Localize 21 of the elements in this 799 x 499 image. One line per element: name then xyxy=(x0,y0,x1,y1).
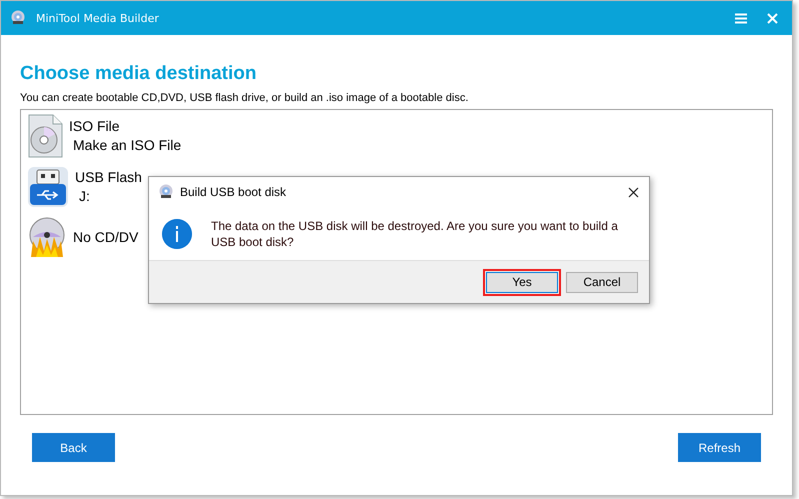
menu-icon[interactable] xyxy=(735,12,747,24)
media-name[interactable]: No CD/DV xyxy=(73,228,138,246)
cancel-button[interactable]: Cancel xyxy=(566,272,638,292)
app-logo-icon xyxy=(10,10,26,26)
media-detail: J: xyxy=(78,187,91,206)
media-detail: Make an ISO File xyxy=(72,136,182,155)
media-name[interactable]: USB Flash xyxy=(75,168,142,187)
disc-file-icon xyxy=(27,114,63,158)
dialog-title: Build USB boot disk xyxy=(180,185,288,199)
close-icon[interactable] xyxy=(628,186,639,198)
back-button[interactable]: Back xyxy=(32,433,115,462)
window-title: MiniTool Media Builder xyxy=(36,12,160,24)
page-subtitle: You can create bootable CD,DVD, USB flash drive, or build an .iso image of a bootable disc. xyxy=(20,92,470,104)
page-heading: Choose media destination xyxy=(20,63,258,85)
dialog-logo-icon xyxy=(158,184,174,200)
refresh-button[interactable]: Refresh xyxy=(678,433,761,462)
usb-drive-icon xyxy=(27,166,69,208)
burning-disc-icon xyxy=(27,217,67,257)
info-icon xyxy=(162,218,192,248)
media-name[interactable]: ISO File xyxy=(69,117,182,136)
dialog-message: The data on the USB disk will be destroyed. Are you sure you want to build a USB boot disk? xyxy=(211,218,619,250)
